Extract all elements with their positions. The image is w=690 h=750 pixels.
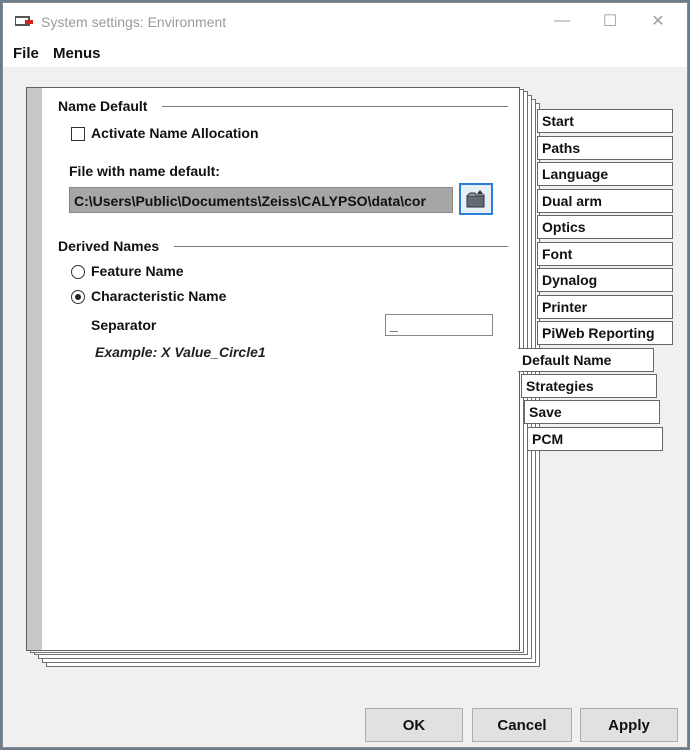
ok-button[interactable]: OK: [365, 708, 463, 742]
tab-start[interactable]: Start: [537, 109, 673, 133]
separator-input[interactable]: _: [385, 314, 493, 336]
activate-name-checkbox[interactable]: [71, 127, 85, 141]
cancel-button[interactable]: Cancel: [472, 708, 572, 742]
feature-name-label: Feature Name: [91, 263, 184, 279]
menu-file[interactable]: File: [13, 45, 39, 62]
menu-menus[interactable]: Menus: [53, 45, 101, 62]
browse-button[interactable]: [459, 183, 493, 215]
menu-bar: File Menus: [3, 39, 687, 67]
close-icon: ✕: [651, 13, 665, 30]
characteristic-name-label: Characteristic Name: [91, 288, 227, 304]
group-divider: [174, 246, 508, 247]
minimize-button[interactable]: —: [539, 7, 585, 35]
page-margin: [27, 88, 42, 650]
name-default-group-title: Name Default: [58, 98, 148, 114]
tab-save[interactable]: Save: [524, 400, 660, 424]
tab-strategies[interactable]: Strategies: [521, 374, 657, 398]
maximize-icon: ☐: [602, 13, 618, 30]
tab-font[interactable]: Font: [537, 242, 673, 266]
tab-paths[interactable]: Paths: [537, 136, 673, 160]
maximize-button[interactable]: ☐: [587, 7, 633, 35]
app-icon: [15, 16, 33, 26]
separator-label: Separator: [91, 317, 157, 333]
minimize-icon: —: [554, 12, 570, 29]
title-bar[interactable]: System settings: Environment — ☐ ✕: [3, 3, 687, 39]
tab-dual-arm[interactable]: Dual arm: [537, 189, 673, 213]
feature-name-radio[interactable]: [71, 265, 85, 279]
activate-name-label: Activate Name Allocation: [91, 125, 259, 141]
tab-optics[interactable]: Optics: [537, 215, 673, 239]
file-path-field[interactable]: C:\Users\Public\Documents\Zeiss\CALYPSO\…: [69, 187, 453, 213]
group-divider: [162, 106, 508, 107]
derived-names-group-title: Derived Names: [58, 238, 160, 254]
close-button[interactable]: ✕: [635, 7, 681, 35]
tab-language[interactable]: Language: [537, 162, 673, 186]
default-name-page: Name Default Activate Name Allocation Fi…: [26, 87, 520, 651]
example-text: Example: X Value_Circle1: [95, 344, 266, 360]
tab-printer[interactable]: Printer: [537, 295, 673, 319]
tab-default-name[interactable]: Default Name: [518, 348, 654, 372]
file-name-default-label: File with name default:: [69, 163, 220, 179]
characteristic-name-radio[interactable]: [71, 290, 85, 304]
tab-dynalog[interactable]: Dynalog: [537, 268, 673, 292]
tab-pcm[interactable]: PCM: [527, 427, 663, 451]
tab-piweb-reporting[interactable]: PiWeb Reporting: [537, 321, 673, 345]
open-folder-icon: [466, 190, 485, 208]
window-title: System settings: Environment: [41, 14, 227, 30]
apply-button[interactable]: Apply: [580, 708, 678, 742]
